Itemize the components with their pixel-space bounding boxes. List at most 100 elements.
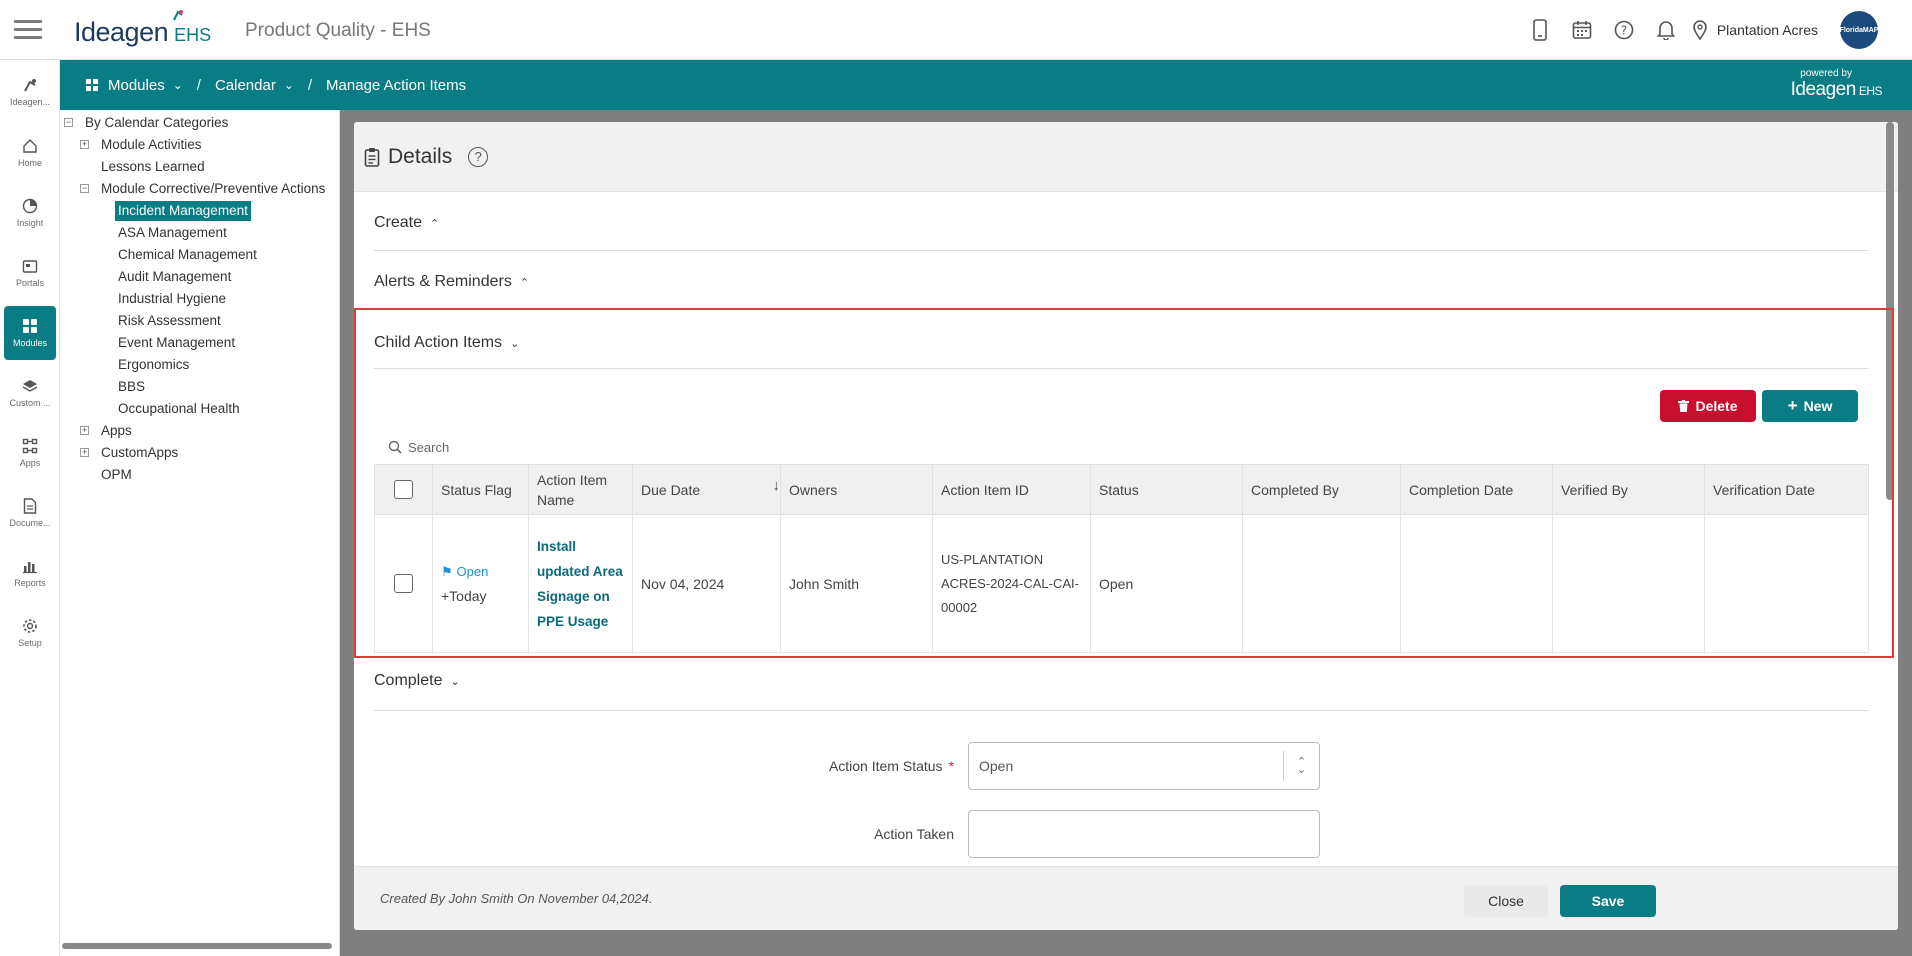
action-item-id-cell: US-PLANTATION ACRES-2024-CAL-CAI-00002 — [932, 514, 1091, 653]
nav-home[interactable]: Home — [4, 126, 56, 180]
search-input[interactable]: Search — [408, 440, 449, 455]
section-child-action-items[interactable]: Child Action Items ⌄ — [374, 310, 1868, 369]
new-label: New — [1803, 398, 1833, 414]
col-completed-by[interactable]: Completed By — [1242, 464, 1401, 515]
nav-insight[interactable]: Insight — [4, 186, 56, 240]
mobile-icon[interactable] — [1519, 0, 1561, 60]
breadcrumb-separator: / — [307, 76, 313, 94]
tree-module-corrective[interactable]: Module Corrective/Preventive Actions — [101, 179, 339, 199]
layers-icon — [22, 380, 38, 392]
nav-documents[interactable]: Docume... — [4, 486, 56, 540]
col-action-item-name[interactable]: Action Item Name — [528, 464, 633, 515]
tree-item-asa-management[interactable]: ASA Management — [118, 223, 227, 243]
row-select-cell[interactable] — [374, 514, 433, 653]
tree-horizontal-scrollbar[interactable] — [62, 943, 332, 949]
col-status[interactable]: Status — [1090, 464, 1243, 515]
chevron-down-icon[interactable]: ⌄ — [284, 78, 294, 92]
breadcrumb-modules[interactable]: Modules — [108, 77, 165, 94]
ideagen-logo[interactable]: Ideagen EHS — [74, 10, 211, 48]
help-icon[interactable]: ? — [468, 146, 489, 167]
action-item-status-label: Action Item Status * — [654, 758, 954, 774]
hamburger-menu-icon[interactable] — [14, 20, 42, 40]
col-completion-date[interactable]: Completion Date — [1400, 464, 1553, 515]
tree-item-bbs[interactable]: BBS — [118, 377, 145, 397]
section-create[interactable]: Create ⌃ — [374, 192, 1868, 251]
col-verified-by[interactable]: Verified By — [1552, 464, 1705, 515]
breadcrumb-calendar[interactable]: Calendar — [215, 77, 276, 94]
new-button[interactable]: + New — [1762, 390, 1858, 422]
collapse-icon[interactable]: − — [80, 184, 89, 193]
required-mark: * — [948, 758, 954, 774]
col-due-date[interactable]: Due Date ↓ — [632, 464, 781, 515]
nav-apps[interactable]: Apps — [4, 426, 56, 480]
child-action-items-table: Status Flag Action Item Name Due Date ↓ O… — [374, 464, 1869, 653]
home-icon — [23, 139, 37, 153]
nav-label: Setup — [18, 638, 42, 648]
details-modal: Details ? Create ⌃ Alerts & Reminders ⌃ Ch… — [354, 122, 1898, 930]
status-select-value: Open — [979, 758, 1014, 774]
section-alerts[interactable]: Alerts & Reminders ⌃ — [374, 251, 1868, 310]
nav-modules[interactable]: Modules — [4, 306, 56, 360]
select-all-cell[interactable] — [374, 464, 433, 515]
tree-item-industrial-hygiene[interactable]: Industrial Hygiene — [118, 289, 226, 309]
category-tree: − By Calendar Categories + Module Activi… — [60, 110, 340, 956]
close-button[interactable]: Close — [1464, 885, 1548, 917]
col-status-flag[interactable]: Status Flag — [432, 464, 529, 515]
nav-ideagen[interactable]: Ideagen... — [4, 66, 56, 120]
delete-button[interactable]: Delete — [1660, 390, 1756, 422]
sort-arrow-down-icon[interactable]: ↓ — [773, 477, 781, 494]
tree-item-chemical-management[interactable]: Chemical Management — [118, 245, 257, 265]
action-item-name-link[interactable]: Install updated Area Signage on PPE Usag… — [537, 539, 623, 629]
logo-brand-text: Ideagen — [74, 17, 169, 47]
section-complete[interactable]: Complete ⌄ — [374, 658, 1868, 711]
tree-module-activities[interactable]: Module Activities — [101, 135, 202, 155]
tree-item-audit-management[interactable]: Audit Management — [118, 267, 231, 287]
col-action-item-id[interactable]: Action Item ID — [932, 464, 1091, 515]
tree-root[interactable]: By Calendar Categories — [85, 113, 228, 133]
help-icon[interactable]: ? — [1603, 0, 1645, 60]
grid-icon — [86, 79, 98, 91]
tree-item-occupational-health[interactable]: Occupational Health — [118, 399, 240, 419]
table-row[interactable]: ⚑ Open +Today Install updated Area Signa… — [374, 514, 1869, 653]
tree-apps[interactable]: Apps — [101, 421, 132, 441]
tree-item-incident-management[interactable]: Incident Management — [115, 201, 251, 221]
chevron-down-icon[interactable]: ⌄ — [173, 78, 183, 92]
plus-icon: + — [1787, 396, 1798, 415]
select-all-checkbox[interactable] — [394, 480, 413, 499]
location-selector[interactable]: Plantation Acres — [1693, 20, 1818, 40]
nav-label: Ideagen... — [9, 97, 51, 107]
nav-label: Portals — [15, 278, 44, 288]
avatar[interactable]: FloridaMAP — [1840, 11, 1878, 49]
expand-icon[interactable]: + — [80, 140, 89, 149]
table-header-row: Status Flag Action Item Name Due Date ↓ O… — [374, 464, 1869, 515]
col-verification-date[interactable]: Verification Date — [1704, 464, 1869, 515]
nav-setup[interactable]: Setup — [4, 606, 56, 660]
action-item-status-select[interactable]: Open ⌃ ⌄ — [968, 742, 1320, 790]
modal-scrollbar[interactable] — [1886, 122, 1894, 500]
col-owners[interactable]: Owners — [780, 464, 933, 515]
chevron-up-icon: ⌃ — [430, 218, 440, 230]
nav-label: Insight — [16, 218, 44, 228]
nav-reports[interactable]: Reports — [4, 546, 56, 600]
row-checkbox[interactable] — [394, 574, 413, 593]
expand-icon[interactable]: + — [80, 426, 89, 435]
nav-custom[interactable]: Custom ... — [4, 366, 56, 420]
tree-lessons-learned[interactable]: Lessons Learned — [101, 157, 205, 177]
breadcrumb-current: Manage Action Items — [326, 76, 467, 94]
completed-by-cell — [1242, 514, 1401, 653]
bell-icon[interactable] — [1645, 0, 1687, 60]
tree-opm[interactable]: OPM — [101, 465, 132, 485]
collapse-icon[interactable]: − — [64, 118, 73, 127]
calendar-icon[interactable] — [1561, 0, 1603, 60]
expand-icon[interactable]: + — [80, 448, 89, 457]
tree-item-ergonomics[interactable]: Ergonomics — [118, 355, 189, 375]
search-box[interactable]: Search — [388, 437, 588, 457]
nav-portals[interactable]: Portals — [4, 246, 56, 300]
nav-label: Home — [17, 158, 42, 168]
action-taken-input[interactable] — [968, 810, 1320, 858]
save-button[interactable]: Save — [1560, 885, 1656, 917]
tree-custom-apps[interactable]: CustomApps — [101, 443, 178, 463]
tree-item-risk-assessment[interactable]: Risk Assessment — [118, 311, 221, 331]
powered-by-text: powered by — [1800, 68, 1852, 79]
tree-item-event-management[interactable]: Event Management — [118, 333, 235, 353]
